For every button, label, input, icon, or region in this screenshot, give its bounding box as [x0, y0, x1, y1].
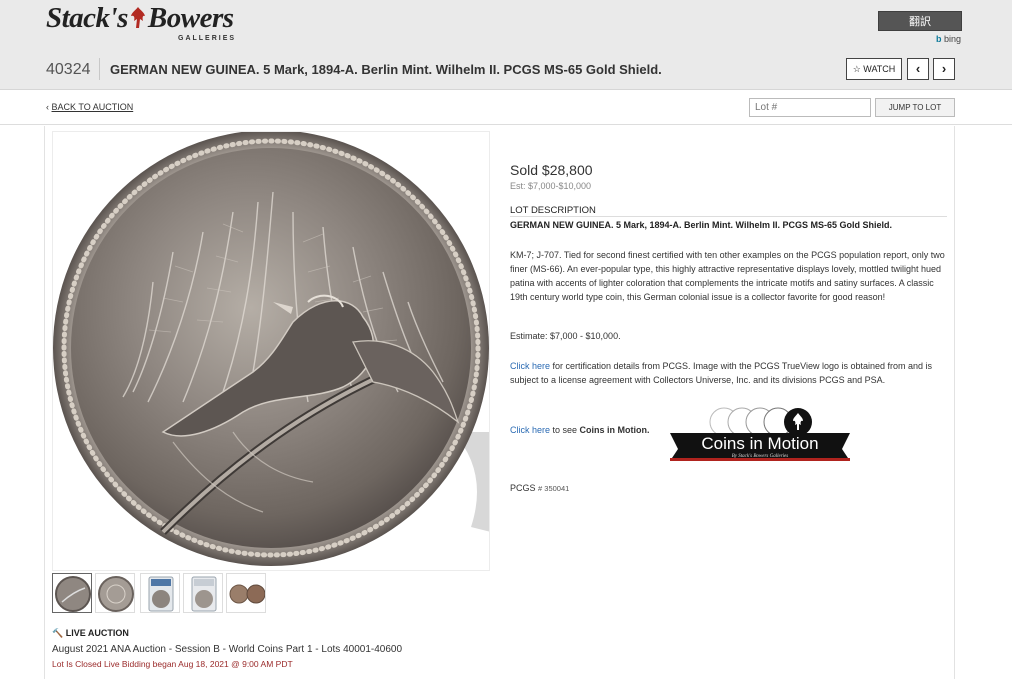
thumbnail-slab-back[interactable] [183, 573, 223, 613]
estimate-text: Estimate: $7,000 - $10,000. [510, 331, 621, 341]
back-label: BACK TO AUCTION [51, 102, 134, 112]
coins-in-motion-text: Click here to see Coins in Motion. [510, 425, 650, 435]
thumbnail-slab-front[interactable] [140, 573, 180, 613]
coin-image-viewer[interactable] [52, 131, 490, 571]
certification-note: for certification details from PCGS. Ima… [510, 361, 933, 385]
pcgs-label: PCGS [510, 483, 536, 493]
lot-number-input[interactable] [749, 98, 871, 117]
thumbnail-obverse[interactable] [52, 573, 92, 613]
description-body: KM-7; J-707. Tied for second finest cert… [510, 250, 945, 302]
cim-logo-title: Coins in Motion [701, 434, 818, 453]
cim-logo-subtitle: By Stack's Bowers Galleries [732, 454, 789, 459]
back-to-auction-link[interactable]: ‹ BACK TO AUCTION [46, 102, 133, 112]
estimate-range: Est: $7,000-$10,000 [510, 181, 592, 191]
star-icon: ☆ [852, 64, 861, 74]
coin-image [53, 132, 489, 566]
coin-pair-thumbnail [229, 584, 265, 604]
eagle-icon [130, 7, 145, 28]
coins-in-motion-logo[interactable]: Coins in Motion By Stack's Bowers Galler… [666, 405, 854, 463]
live-auction-text: LIVE AUCTION [65, 628, 129, 638]
divider [99, 58, 100, 80]
divider [510, 216, 947, 217]
coin-thumbnail [55, 576, 91, 612]
cim-pre-text: to see [550, 425, 580, 435]
auction-session-link[interactable]: August 2021 ANA Auction - Session B - Wo… [52, 644, 402, 655]
watch-label: WATCH [863, 64, 896, 74]
chevron-left-icon: ‹ [915, 61, 921, 76]
pcgs-number: # 350041 [538, 484, 570, 493]
description-title: GERMAN NEW GUINEA. 5 Mark, 1894-A. Berli… [510, 220, 892, 230]
slab-thumbnail [191, 576, 217, 612]
site-logo[interactable]: Stack's Bowers GALLERIES [46, 2, 246, 44]
lot-navigation-bar: ‹ BACK TO AUCTION JUMP TO LOT [0, 91, 1012, 125]
thumbnail-both-sides[interactable] [226, 573, 266, 613]
chevron-left-icon: ‹ [46, 102, 49, 112]
lot-status: Lot Is Closed Live Bidding began Aug 18,… [52, 659, 293, 669]
chevron-right-icon: › [941, 61, 947, 76]
sold-price: Sold $28,800 [510, 162, 593, 178]
next-lot-button[interactable]: › [933, 58, 955, 80]
site-header: Stack's Bowers GALLERIES 翻訳 b bing 40324 … [0, 0, 1012, 90]
logo-wordmark: Stack's Bowers [46, 2, 234, 34]
coins-in-motion-link[interactable]: Click here [510, 425, 550, 435]
bing-attribution: b bing [936, 34, 961, 44]
logo-subtitle: GALLERIES [178, 35, 237, 42]
jump-to-lot-button[interactable]: JUMP TO LOT [875, 98, 955, 117]
pcgs-cert-link[interactable]: Click here [510, 361, 550, 371]
bing-label: bing [944, 34, 962, 44]
certification-text: Click here for certification details fro… [510, 359, 947, 387]
bing-icon: b [936, 34, 942, 44]
lot-title: GERMAN NEW GUINEA. 5 Mark, 1894-A. Berli… [110, 62, 662, 77]
lot-number: 40324 [46, 61, 91, 78]
lot-description-heading: LOT DESCRIPTION [510, 205, 596, 216]
previous-lot-button[interactable]: ‹ [907, 58, 929, 80]
thumbnail-reverse[interactable] [95, 573, 135, 613]
gavel-icon: 🔨 [52, 628, 64, 638]
slab-thumbnail [148, 576, 174, 612]
translate-button[interactable]: 翻訳 [878, 11, 962, 31]
live-auction-label: 🔨 LIVE AUCTION [52, 628, 129, 639]
coins-in-motion-graphic: Coins in Motion By Stack's Bowers Galler… [670, 407, 850, 461]
pcgs-cert-number: PCGS # 350041 [510, 483, 569, 493]
coin-thumbnail [98, 576, 134, 612]
cim-bold-text: Coins in Motion. [579, 425, 650, 435]
watch-button[interactable]: ☆ WATCH [846, 58, 902, 80]
